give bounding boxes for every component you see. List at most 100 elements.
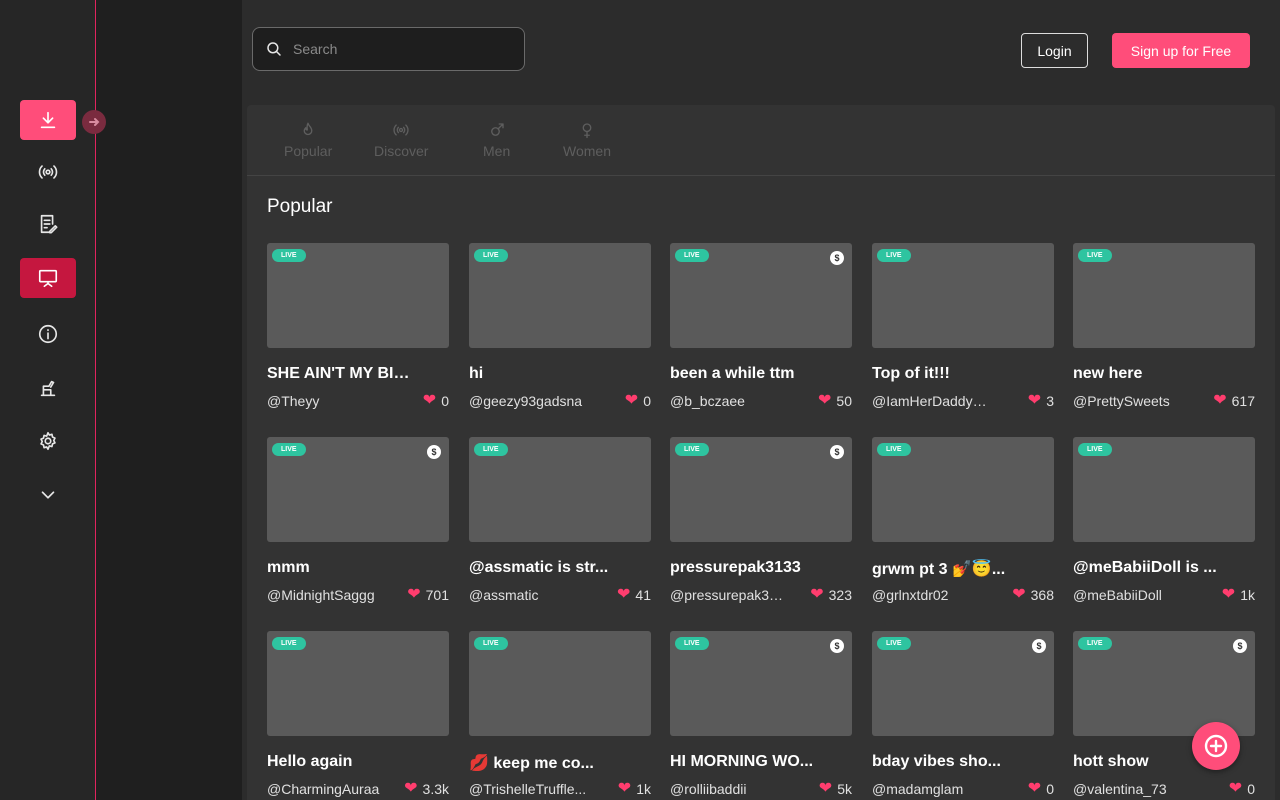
more-nav-button[interactable] — [20, 475, 76, 515]
like-count[interactable]: ❤ 50 — [818, 392, 852, 410]
stream-username[interactable]: @rolliibaddii — [670, 781, 788, 797]
search-box[interactable] — [252, 27, 525, 71]
like-count[interactable]: ❤ 0 — [1028, 781, 1054, 798]
stream-card[interactable]: LIVE Top of it!!! @IamHerDaddyP... ❤ 3 — [872, 243, 1054, 419]
stream-card[interactable]: LIVE $ bday vibes sho... @madamglam ❤ 0 — [872, 631, 1054, 800]
stream-username[interactable]: @madamglam — [872, 781, 990, 797]
stream-username[interactable]: @meBabiiDoll — [1073, 587, 1191, 603]
male-icon — [490, 123, 504, 136]
stream-username[interactable]: @geezy93gadsna — [469, 393, 587, 409]
heart-icon: ❤ — [617, 780, 632, 797]
stream-thumbnail[interactable]: LIVE $ — [1073, 631, 1255, 736]
stream-username[interactable]: @PrettySweets — [1073, 393, 1191, 409]
stream-username[interactable]: @grlnxtdr02 — [872, 587, 990, 603]
heart-icon: ❤ — [1213, 392, 1227, 409]
stream-thumbnail[interactable]: LIVE $ — [872, 631, 1054, 736]
stream-username[interactable]: @pressurepak31... — [670, 587, 788, 603]
like-count[interactable]: ❤ 323 — [810, 587, 852, 604]
stream-card[interactable]: LIVE @meBabiiDoll is ... @meBabiiDoll ❤ 1k — [1073, 437, 1255, 613]
download-button[interactable] — [20, 100, 76, 140]
tab-women[interactable]: Women — [563, 121, 611, 159]
search-input[interactable] — [291, 40, 515, 58]
settings-nav-button[interactable] — [20, 421, 76, 461]
like-count[interactable]: ❤ 368 — [1012, 586, 1054, 604]
terms-nav-button[interactable] — [20, 368, 76, 408]
live-nav-button[interactable] — [20, 152, 76, 192]
terms-icon — [40, 380, 56, 397]
like-count[interactable]: ❤ 0 — [423, 393, 449, 410]
tab-popular[interactable]: Popular — [284, 121, 332, 159]
drawer-toggle-button[interactable] — [82, 110, 106, 134]
stream-thumbnail[interactable]: LIVE — [267, 631, 449, 736]
like-count[interactable]: ❤ 617 — [1213, 392, 1255, 410]
live-broadcast-icon — [38, 165, 58, 179]
live-badge: LIVE — [474, 249, 508, 262]
stream-card[interactable]: LIVE $ been a while ttm @b_bczaee ❤ 50 — [670, 243, 852, 419]
stream-username[interactable]: @TrishelleTruffle... — [469, 781, 587, 797]
stream-thumbnail[interactable]: LIVE $ — [670, 437, 852, 542]
stream-username[interactable]: @Theyy — [267, 393, 385, 409]
stream-username[interactable]: @b_bczaee — [670, 393, 788, 409]
stream-thumbnail[interactable]: LIVE — [267, 243, 449, 348]
stream-card[interactable]: LIVE 💋 keep me co... @TrishelleTruffle... ❤… — [469, 631, 651, 800]
stream-username[interactable]: @CharmingAuraa — [267, 781, 385, 797]
stream-card[interactable]: LIVE grwm pt 3 💅😇... @grlnxtdr02 ❤ 368 — [872, 437, 1054, 613]
stream-card[interactable]: LIVE @assmatic is str... @assmatic ❤ 41 — [469, 437, 651, 613]
flame-icon — [303, 122, 313, 136]
stream-card[interactable]: LIVE $ hott show @valentina_73 ❤ 0 — [1073, 631, 1255, 800]
stream-title: mmm — [267, 559, 310, 576]
signup-button[interactable]: Sign up for Free — [1112, 33, 1250, 68]
stream-thumbnail[interactable]: LIVE $ — [267, 437, 449, 542]
stream-title: @meBabiiDoll is ... — [1073, 559, 1217, 576]
side-drawer — [96, 0, 242, 800]
tab-label: Women — [563, 143, 611, 159]
info-icon — [38, 324, 58, 344]
live-badge: LIVE — [675, 637, 709, 650]
stream-thumbnail[interactable]: LIVE — [469, 631, 651, 736]
stream-card[interactable]: LIVE Hello again @CharmingAuraa ❤ 3.3k — [267, 631, 449, 800]
settings-icon — [40, 431, 56, 451]
like-count-value: 0 — [441, 393, 449, 409]
info-nav-button[interactable] — [20, 314, 76, 354]
stream-thumbnail[interactable]: LIVE — [1073, 243, 1255, 348]
stream-title: Top of it!!! — [872, 365, 950, 382]
section-title: Popular — [267, 196, 333, 217]
stream-thumbnail[interactable]: LIVE $ — [670, 631, 852, 736]
login-button[interactable]: Login — [1021, 33, 1088, 68]
like-count[interactable]: ❤ 1k — [617, 780, 651, 798]
stream-card[interactable]: LIVE $ pressurepak3133 @pressurepak31... ❤ 32… — [670, 437, 852, 613]
stream-thumbnail[interactable]: LIVE — [872, 243, 1054, 348]
stream-thumbnail[interactable]: LIVE — [469, 437, 651, 542]
like-count[interactable]: ❤ 701 — [407, 587, 449, 604]
like-count[interactable]: ❤ 41 — [617, 587, 651, 604]
stream-title: grwm pt 3 💅😇... — [872, 561, 1006, 578]
tab-men[interactable]: Men — [483, 121, 510, 159]
like-count[interactable]: ❤ 0 — [1229, 781, 1255, 798]
stream-thumbnail[interactable]: LIVE — [872, 437, 1054, 542]
like-count[interactable]: ❤ 0 — [625, 393, 651, 410]
stream-username[interactable]: @valentina_73 — [1073, 781, 1191, 797]
stream-card[interactable]: LIVE SHE AIN'T MY BIH... @Theyy ❤ 0 — [267, 243, 449, 419]
stream-username[interactable]: @assmatic — [469, 587, 587, 603]
stream-card[interactable]: LIVE $ HI MORNING WO... @rolliibaddii ❤ 5k — [670, 631, 852, 800]
like-count[interactable]: ❤ 3.3k — [404, 781, 449, 798]
like-count[interactable]: ❤ 5k — [819, 781, 852, 798]
stream-card[interactable]: LIVE $ mmm @MidnightSaggg ❤ 701 — [267, 437, 449, 613]
stream-thumbnail[interactable]: LIVE $ — [670, 243, 852, 348]
presentation-nav-button[interactable] — [20, 258, 76, 298]
heart-icon: ❤ — [1012, 586, 1026, 603]
stream-thumbnail[interactable]: LIVE — [1073, 437, 1255, 542]
stream-title: new here — [1073, 365, 1143, 382]
stream-thumbnail[interactable]: LIVE — [469, 243, 651, 348]
stream-username[interactable]: @MidnightSaggg — [267, 587, 385, 603]
like-count[interactable]: ❤ 3 — [1028, 393, 1054, 410]
stream-title: pressurepak3133 — [670, 559, 801, 576]
stream-card[interactable]: LIVE new here @PrettySweets ❤ 617 — [1073, 243, 1255, 419]
notes-nav-button[interactable] — [20, 204, 76, 244]
heart-icon: ❤ — [818, 392, 832, 409]
stream-card[interactable]: LIVE hi @geezy93gadsna ❤ 0 — [469, 243, 651, 419]
tab-discover[interactable]: Discover — [374, 121, 428, 159]
like-count[interactable]: ❤ 1k — [1222, 587, 1255, 604]
stream-username[interactable]: @IamHerDaddyP... — [872, 393, 990, 409]
create-stream-button[interactable] — [1192, 722, 1240, 770]
